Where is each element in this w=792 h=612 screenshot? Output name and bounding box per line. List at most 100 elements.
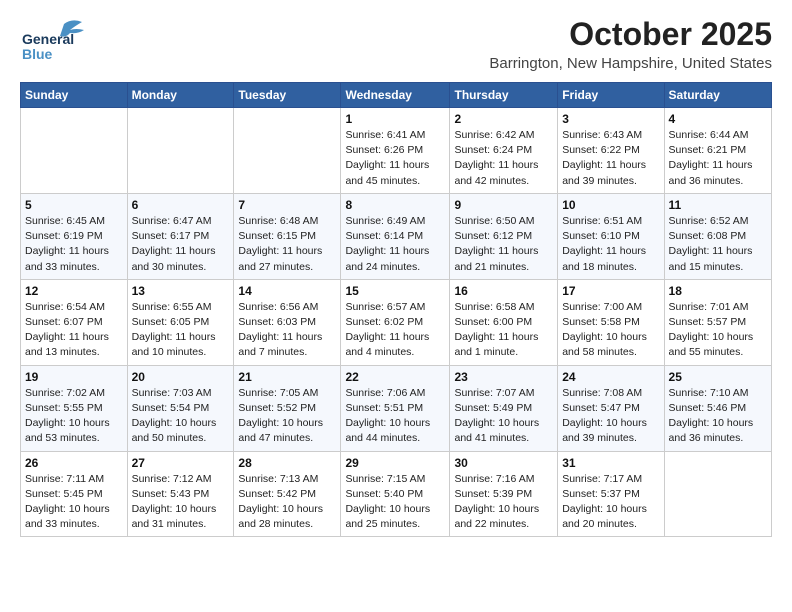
calendar-cell: 6 Sunrise: 6:47 AM Sunset: 6:17 PM Daylig…	[127, 193, 234, 279]
calendar-cell: 29 Sunrise: 7:15 AM Sunset: 5:40 PM Dayli…	[341, 451, 450, 537]
calendar-cell: 25 Sunrise: 7:10 AM Sunset: 5:46 PM Dayli…	[664, 365, 771, 451]
day-info: Sunrise: 6:41 AM Sunset: 6:26 PM Dayligh…	[345, 128, 445, 189]
day-info: Sunrise: 6:44 AM Sunset: 6:21 PM Dayligh…	[669, 128, 767, 189]
day-number: 11	[669, 198, 767, 212]
calendar-week-row-2: 5 Sunrise: 6:45 AM Sunset: 6:19 PM Daylig…	[21, 193, 772, 279]
calendar-cell: 10 Sunrise: 6:51 AM Sunset: 6:10 PM Dayli…	[558, 193, 664, 279]
calendar-cell: 15 Sunrise: 6:57 AM Sunset: 6:02 PM Dayli…	[341, 279, 450, 365]
calendar-week-row-5: 26 Sunrise: 7:11 AM Sunset: 5:45 PM Dayli…	[21, 451, 772, 537]
day-info: Sunrise: 7:10 AM Sunset: 5:46 PM Dayligh…	[669, 386, 767, 447]
day-info: Sunrise: 6:54 AM Sunset: 6:07 PM Dayligh…	[25, 300, 123, 361]
calendar-cell	[21, 108, 128, 194]
day-number: 21	[238, 370, 336, 384]
day-number: 9	[454, 198, 553, 212]
calendar-cell: 8 Sunrise: 6:49 AM Sunset: 6:14 PM Daylig…	[341, 193, 450, 279]
day-info: Sunrise: 6:45 AM Sunset: 6:19 PM Dayligh…	[25, 214, 123, 275]
day-info: Sunrise: 6:51 AM Sunset: 6:10 PM Dayligh…	[562, 214, 659, 275]
header: General Blue October 2025 Barrington, Ne…	[20, 16, 772, 72]
day-number: 6	[132, 198, 230, 212]
calendar-cell: 23 Sunrise: 7:07 AM Sunset: 5:49 PM Dayli…	[450, 365, 558, 451]
month-title: October 2025	[489, 16, 772, 53]
day-info: Sunrise: 7:12 AM Sunset: 5:43 PM Dayligh…	[132, 472, 230, 533]
weekday-header-monday: Monday	[127, 83, 234, 108]
day-number: 3	[562, 112, 659, 126]
calendar-cell	[127, 108, 234, 194]
day-number: 25	[669, 370, 767, 384]
day-info: Sunrise: 6:52 AM Sunset: 6:08 PM Dayligh…	[669, 214, 767, 275]
day-info: Sunrise: 7:17 AM Sunset: 5:37 PM Dayligh…	[562, 472, 659, 533]
weekday-header-row: SundayMondayTuesdayWednesdayThursdayFrid…	[21, 83, 772, 108]
calendar-cell: 31 Sunrise: 7:17 AM Sunset: 5:37 PM Dayli…	[558, 451, 664, 537]
day-number: 29	[345, 456, 445, 470]
calendar-cell: 4Sunrise: 6:44 AM Sunset: 6:21 PM Daylig…	[664, 108, 771, 194]
day-number: 13	[132, 284, 230, 298]
calendar-week-row-3: 12 Sunrise: 6:54 AM Sunset: 6:07 PM Dayli…	[21, 279, 772, 365]
day-info: Sunrise: 6:47 AM Sunset: 6:17 PM Dayligh…	[132, 214, 230, 275]
calendar-cell: 7Sunrise: 6:48 AM Sunset: 6:15 PM Daylig…	[234, 193, 341, 279]
day-info: Sunrise: 6:55 AM Sunset: 6:05 PM Dayligh…	[132, 300, 230, 361]
logo-icon: General Blue	[20, 16, 100, 60]
weekday-header-saturday: Saturday	[664, 83, 771, 108]
day-number: 12	[25, 284, 123, 298]
day-number: 26	[25, 456, 123, 470]
calendar-cell: 18Sunrise: 7:01 AM Sunset: 5:57 PM Dayli…	[664, 279, 771, 365]
day-info: Sunrise: 7:15 AM Sunset: 5:40 PM Dayligh…	[345, 472, 445, 533]
calendar-cell: 22Sunrise: 7:06 AM Sunset: 5:51 PM Dayli…	[341, 365, 450, 451]
day-number: 10	[562, 198, 659, 212]
day-number: 15	[345, 284, 445, 298]
day-info: Sunrise: 7:00 AM Sunset: 5:58 PM Dayligh…	[562, 300, 659, 361]
weekday-header-sunday: Sunday	[21, 83, 128, 108]
calendar-week-row-4: 19Sunrise: 7:02 AM Sunset: 5:55 PM Dayli…	[21, 365, 772, 451]
day-info: Sunrise: 6:42 AM Sunset: 6:24 PM Dayligh…	[454, 128, 553, 189]
calendar-table: SundayMondayTuesdayWednesdayThursdayFrid…	[20, 82, 772, 537]
logo: General Blue	[20, 16, 100, 60]
day-info: Sunrise: 6:57 AM Sunset: 6:02 PM Dayligh…	[345, 300, 445, 361]
page: General Blue October 2025 Barrington, Ne…	[0, 0, 792, 612]
day-number: 20	[132, 370, 230, 384]
location-title: Barrington, New Hampshire, United States	[489, 55, 772, 72]
calendar-cell: 3 Sunrise: 6:43 AM Sunset: 6:22 PM Daylig…	[558, 108, 664, 194]
calendar-cell: 27Sunrise: 7:12 AM Sunset: 5:43 PM Dayli…	[127, 451, 234, 537]
day-info: Sunrise: 7:13 AM Sunset: 5:42 PM Dayligh…	[238, 472, 336, 533]
day-number: 14	[238, 284, 336, 298]
day-number: 24	[562, 370, 659, 384]
day-number: 28	[238, 456, 336, 470]
day-number: 31	[562, 456, 659, 470]
calendar-cell	[234, 108, 341, 194]
day-info: Sunrise: 6:56 AM Sunset: 6:03 PM Dayligh…	[238, 300, 336, 361]
calendar-cell: 19Sunrise: 7:02 AM Sunset: 5:55 PM Dayli…	[21, 365, 128, 451]
calendar-cell: 17 Sunrise: 7:00 AM Sunset: 5:58 PM Dayli…	[558, 279, 664, 365]
day-number: 2	[454, 112, 553, 126]
calendar-cell: 28 Sunrise: 7:13 AM Sunset: 5:42 PM Dayli…	[234, 451, 341, 537]
calendar-cell	[664, 451, 771, 537]
calendar-cell: 26 Sunrise: 7:11 AM Sunset: 5:45 PM Dayli…	[21, 451, 128, 537]
title-area: October 2025 Barrington, New Hampshire, …	[489, 16, 772, 72]
weekday-header-friday: Friday	[558, 83, 664, 108]
calendar-cell: 16Sunrise: 6:58 AM Sunset: 6:00 PM Dayli…	[450, 279, 558, 365]
day-info: Sunrise: 7:07 AM Sunset: 5:49 PM Dayligh…	[454, 386, 553, 447]
day-info: Sunrise: 6:49 AM Sunset: 6:14 PM Dayligh…	[345, 214, 445, 275]
day-info: Sunrise: 7:06 AM Sunset: 5:51 PM Dayligh…	[345, 386, 445, 447]
day-info: Sunrise: 6:48 AM Sunset: 6:15 PM Dayligh…	[238, 214, 336, 275]
day-info: Sunrise: 6:43 AM Sunset: 6:22 PM Dayligh…	[562, 128, 659, 189]
calendar-cell: 5 Sunrise: 6:45 AM Sunset: 6:19 PM Daylig…	[21, 193, 128, 279]
calendar-cell: 14 Sunrise: 6:56 AM Sunset: 6:03 PM Dayli…	[234, 279, 341, 365]
day-number: 17	[562, 284, 659, 298]
day-info: Sunrise: 6:58 AM Sunset: 6:00 PM Dayligh…	[454, 300, 553, 361]
day-number: 18	[669, 284, 767, 298]
day-number: 5	[25, 198, 123, 212]
svg-text:General: General	[22, 31, 74, 47]
day-info: Sunrise: 7:11 AM Sunset: 5:45 PM Dayligh…	[25, 472, 123, 533]
day-number: 8	[345, 198, 445, 212]
calendar-cell: 24 Sunrise: 7:08 AM Sunset: 5:47 PM Dayli…	[558, 365, 664, 451]
calendar-cell: 9 Sunrise: 6:50 AM Sunset: 6:12 PM Daylig…	[450, 193, 558, 279]
day-info: Sunrise: 7:08 AM Sunset: 5:47 PM Dayligh…	[562, 386, 659, 447]
calendar-cell: 20Sunrise: 7:03 AM Sunset: 5:54 PM Dayli…	[127, 365, 234, 451]
day-number: 23	[454, 370, 553, 384]
calendar-cell: 21Sunrise: 7:05 AM Sunset: 5:52 PM Dayli…	[234, 365, 341, 451]
day-number: 1	[345, 112, 445, 126]
weekday-header-wednesday: Wednesday	[341, 83, 450, 108]
calendar-cell: 30Sunrise: 7:16 AM Sunset: 5:39 PM Dayli…	[450, 451, 558, 537]
calendar-cell: 1 Sunrise: 6:41 AM Sunset: 6:26 PM Daylig…	[341, 108, 450, 194]
day-info: Sunrise: 6:50 AM Sunset: 6:12 PM Dayligh…	[454, 214, 553, 275]
